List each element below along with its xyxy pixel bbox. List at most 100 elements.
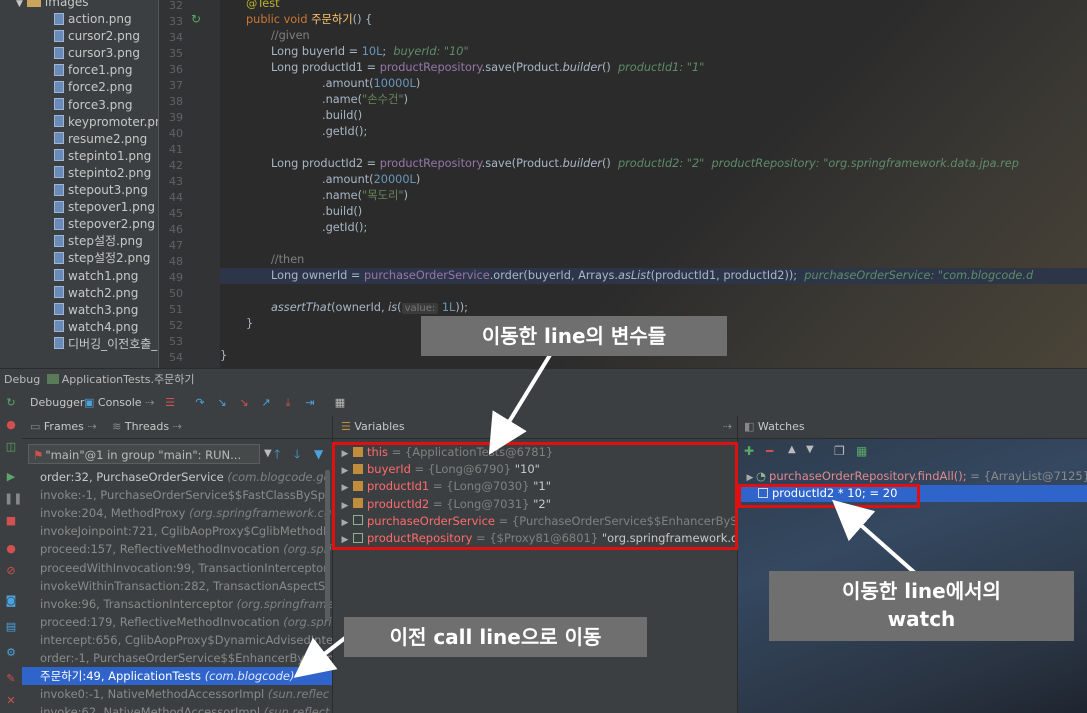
tree-file-item[interactable]: resume2.png xyxy=(0,131,147,148)
frame-row[interactable]: invoke:204, MethodProxy (org.springframe… xyxy=(22,504,332,522)
tree-file-item[interactable]: stepinto1.png xyxy=(0,148,151,165)
variable-row[interactable]: ▶ purchaseOrderService = {PurchaseOrderSe… xyxy=(333,513,738,530)
copy-icon[interactable]: ❐ xyxy=(834,444,845,458)
pin-icon[interactable]: ✎ xyxy=(4,672,18,686)
drop-frame-icon[interactable]: ⤓ xyxy=(280,395,296,411)
frame-row[interactable]: invoke:96, TransactionInterceptor (org.s… xyxy=(22,595,332,613)
pause-icon[interactable]: ❚❚ xyxy=(4,492,22,506)
variable-row[interactable]: ▶ buyerId = {Long@6790} "10" xyxy=(333,461,738,478)
frame-row[interactable]: order:-1, PurchaseOrderService$$Enhancer… xyxy=(22,649,332,667)
run-test-icon[interactable]: ↻ xyxy=(191,12,201,26)
stop-icon[interactable]: ■ xyxy=(4,514,18,528)
filter-icon[interactable]: ▼ xyxy=(314,444,323,464)
tree-file-item[interactable]: watch2.png xyxy=(0,285,138,302)
frame-row[interactable]: invoke0:-1, NativeMethodAccessorImpl (su… xyxy=(22,685,332,703)
frame-row[interactable]: invokeWithinTransaction:282, Transaction… xyxy=(22,577,332,595)
tree-file-item[interactable]: cursor3.png xyxy=(0,45,140,62)
frame-location: invokeWithinTransaction:282, Transaction… xyxy=(40,578,326,593)
pin-tab-icon: ⇢ xyxy=(145,396,155,409)
frame-row[interactable]: proceed:157, ReflectiveMethodInvocation … xyxy=(22,540,332,558)
image-file-icon xyxy=(54,29,64,42)
frame-location: order:32, PurchaseOrderService xyxy=(40,470,224,484)
frame-down-icon[interactable]: 🡓 xyxy=(294,444,300,464)
show-execution-point-icon[interactable]: ☰ xyxy=(162,395,178,411)
threads-tab[interactable]: ≋ Threads ⇢ xyxy=(112,420,182,433)
chevron-down-icon[interactable]: ▼ xyxy=(16,0,23,9)
tree-file-item[interactable]: keypromoter.pn xyxy=(0,114,158,131)
variable-row[interactable]: ▶ productId2 = {Long@7031} "2" xyxy=(333,496,738,513)
tree-file-item[interactable]: stepinto2.png xyxy=(0,165,151,182)
expand-triangle-icon[interactable]: ▶ xyxy=(339,480,351,495)
run-config-name[interactable]: ApplicationTests.주문하기 xyxy=(62,373,195,386)
camera-icon[interactable]: ◙ xyxy=(4,594,18,608)
watch-row[interactable]: ▶ ◔ purchaseOrderRepository.findAll(); = {… xyxy=(738,468,1087,485)
expand-triangle-icon[interactable]: ▶ xyxy=(744,470,756,485)
remove-watch-icon[interactable]: ━ xyxy=(766,444,773,458)
tree-file-item[interactable]: action.png xyxy=(0,11,132,28)
expand-triangle-icon[interactable]: ▶ xyxy=(339,446,351,461)
variable-row[interactable]: ▶ productId1 = {Long@7030} "1" xyxy=(333,478,738,495)
tree-file-item[interactable]: watch4.png xyxy=(0,319,138,336)
frame-row[interactable]: invoke:-1, PurchaseOrderService$$FastCla… xyxy=(22,486,332,504)
close-icon[interactable]: ✕ xyxy=(4,694,18,708)
console-icon: ▣ xyxy=(84,396,95,409)
frame-location: invoke:62, NativeMethodAccessorImpl xyxy=(40,705,261,713)
tree-file-item[interactable]: step설정.png xyxy=(0,233,143,250)
code-static-call: builder xyxy=(562,157,602,170)
frames-scrollbar[interactable] xyxy=(325,470,330,620)
move-down-icon[interactable]: ▼ xyxy=(806,444,814,455)
tab-debugger[interactable]: Debugger xyxy=(30,393,84,413)
tree-file-item[interactable]: force3.png xyxy=(0,97,133,114)
frame-row-selected[interactable]: 주문하기:49, ApplicationTests (com.blogcode) xyxy=(22,667,332,686)
expand-triangle-icon[interactable]: ▶ xyxy=(339,532,351,547)
evaluate-expression-icon[interactable]: ▦ xyxy=(332,395,348,411)
tree-file-item[interactable]: step설정2.png xyxy=(0,250,150,267)
line-number: 34 xyxy=(169,31,183,44)
frames-tab[interactable]: ▭ Frames ⇢ xyxy=(30,420,97,433)
step-out-icon[interactable]: ↗ xyxy=(258,395,274,411)
frame-row[interactable]: invoke:62, NativeMethodAccessorImpl (sun… xyxy=(22,703,332,713)
rerun-icon[interactable]: ↻ xyxy=(4,396,18,410)
tree-file-item[interactable]: cursor2.png xyxy=(0,28,140,45)
tree-file-item[interactable]: force1.png xyxy=(0,62,133,79)
frame-up-icon[interactable]: 🡑 xyxy=(274,444,280,464)
frame-row[interactable]: proceed:179, ReflectiveMethodInvocation … xyxy=(22,613,332,631)
expand-triangle-icon[interactable]: ▶ xyxy=(339,515,351,530)
mute-breakpoints-icon[interactable]: ⊘ xyxy=(4,564,18,578)
step-over-icon[interactable]: ↷ xyxy=(192,395,208,411)
frame-row[interactable]: intercept:656, CglibAopProxy$DynamicAdvi… xyxy=(22,631,332,649)
watch-settings-icon[interactable]: ▦ xyxy=(856,444,867,458)
stop-debug-icon[interactable]: ● xyxy=(4,418,18,432)
resume-icon[interactable]: ▶ xyxy=(4,470,18,484)
tab-console[interactable]: ▣ Console ⇢ xyxy=(84,393,154,413)
thread-select[interactable]: ⚑ "main"@1 in group "main": RUN... xyxy=(28,444,260,464)
tree-file-item[interactable]: watch1.png xyxy=(0,268,138,285)
settings-gear-icon[interactable]: ⚙ xyxy=(4,646,18,660)
tree-file-item[interactable]: force2.png xyxy=(0,79,133,96)
force-step-into-icon[interactable]: ↘ xyxy=(236,395,252,411)
pin-tab-icon[interactable]: ⇢ xyxy=(723,416,732,438)
variable-row[interactable]: ▶ productRepository = {$Proxy81@6801} "or… xyxy=(333,530,738,547)
frame-row[interactable]: order:32, PurchaseOrderService (com.blog… xyxy=(22,468,332,486)
tree-file-label: watch2.png xyxy=(68,285,139,300)
watch-row-selected[interactable]: productId2 * 10; = 20 xyxy=(738,485,1087,502)
move-up-icon[interactable]: ▲ xyxy=(788,444,796,455)
tree-file-item[interactable]: watch3.png xyxy=(0,302,138,319)
frame-row[interactable]: invokeJoinpoint:721, CglibAopProxy$Cglib… xyxy=(22,522,332,540)
view-breakpoints-icon[interactable]: ● xyxy=(4,542,18,556)
add-watch-icon[interactable]: ✚ xyxy=(744,444,754,458)
tree-file-item[interactable]: stepover1.png xyxy=(0,199,155,216)
expand-triangle-icon[interactable]: ▶ xyxy=(339,463,351,478)
code-editor[interactable]: @Test public void 주문하기() { //given Long … xyxy=(220,0,1087,368)
tree-folder-images[interactable]: ▼ images xyxy=(0,0,89,11)
run-to-cursor-icon[interactable]: ⇥ xyxy=(302,395,318,411)
tree-file-item[interactable]: 디버깅_이전호출_ xyxy=(0,336,157,353)
step-into-icon[interactable]: ↘ xyxy=(214,395,230,411)
layout-icon[interactable]: ▤ xyxy=(4,620,18,634)
tree-file-item[interactable]: stepout3.png xyxy=(0,182,148,199)
expand-triangle-icon[interactable]: ▶ xyxy=(339,498,351,513)
frame-row[interactable]: proceedWithInvocation:99, TransactionInt… xyxy=(22,559,332,577)
variable-row[interactable]: ▶ this = {ApplicationTests@6781} xyxy=(333,444,738,461)
restore-layout-icon[interactable]: ◫ xyxy=(4,440,18,454)
tree-file-item[interactable]: stepover2.png xyxy=(0,216,155,233)
